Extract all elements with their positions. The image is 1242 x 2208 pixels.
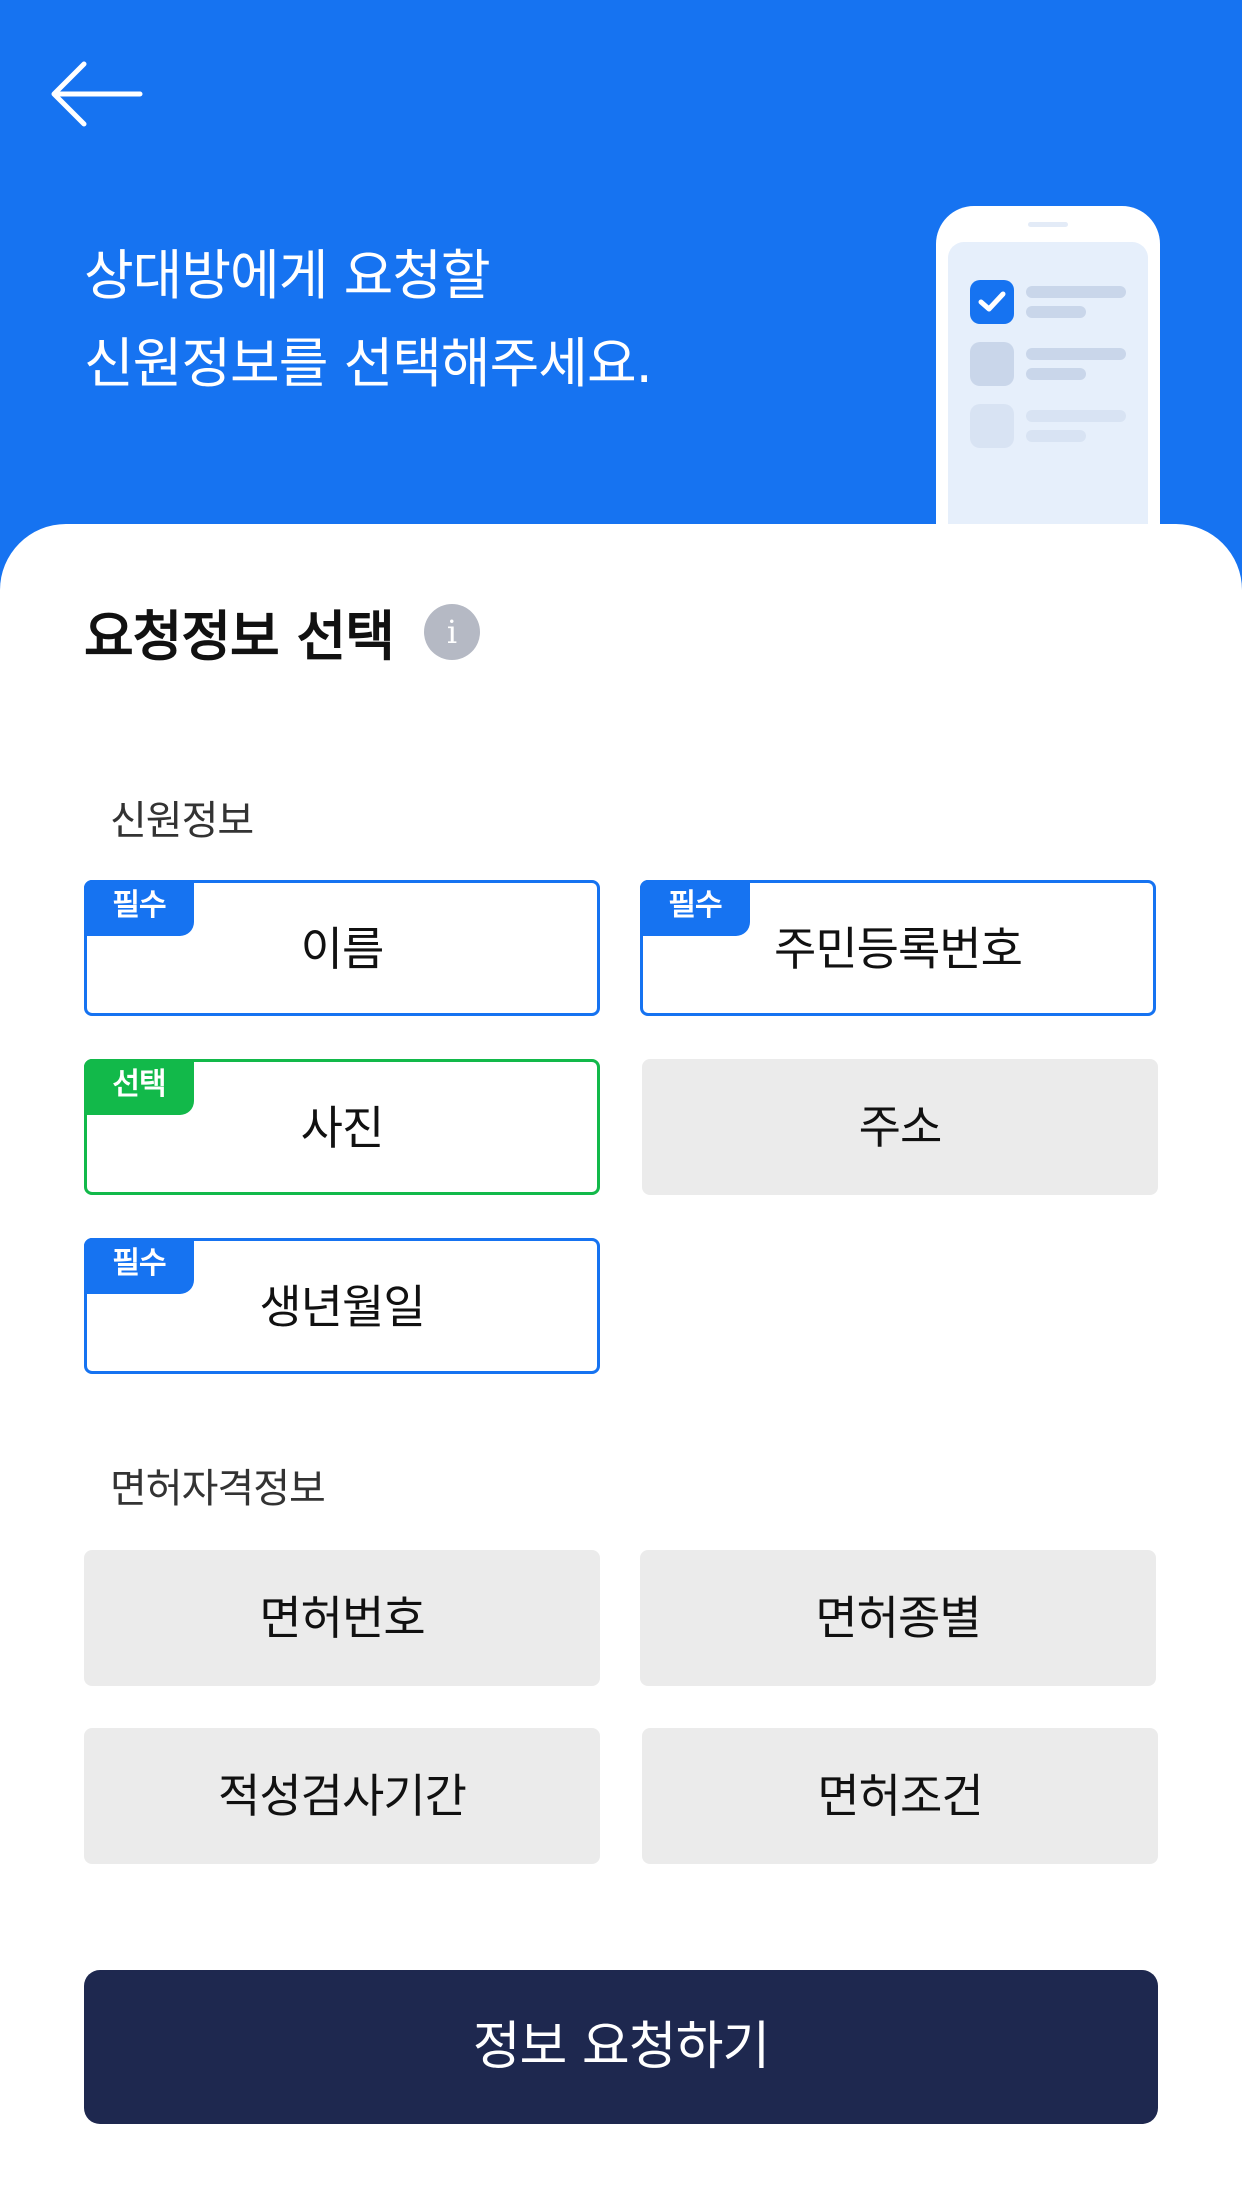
unchecked-box-icon	[970, 404, 1014, 448]
placeholder-line	[1026, 286, 1126, 298]
option-birthdate[interactable]: 필수 생년월일	[84, 1238, 600, 1374]
selected-badge: 선택	[84, 1059, 194, 1115]
info-icon[interactable]: i	[424, 604, 480, 660]
option-license-type[interactable]: 면허종별	[640, 1550, 1156, 1686]
option-label: 주민등록번호	[774, 922, 1023, 976]
phone-checklist-illustration	[936, 206, 1160, 552]
option-label: 적성검사기간	[218, 1769, 467, 1823]
required-badge: 필수	[84, 1238, 194, 1294]
section-title: 요청정보 선택	[84, 605, 395, 668]
required-badge: 필수	[84, 880, 194, 936]
arrow-left-icon	[51, 61, 143, 127]
required-badge: 필수	[640, 880, 750, 936]
option-photo[interactable]: 선택 사진	[84, 1059, 600, 1195]
license-group-label: 면허자격정보	[110, 1466, 326, 1512]
option-label: 사진	[300, 1101, 385, 1155]
option-label: 면허조건	[817, 1769, 983, 1823]
page-title-line2: 신원정보를 선택해주세요.	[84, 332, 653, 395]
placeholder-line	[1026, 430, 1086, 442]
unchecked-box-icon	[970, 342, 1014, 386]
identity-group-label: 신원정보	[110, 798, 254, 844]
page-title: 상대방에게 요청할 신원정보를 선택해주세요.	[84, 232, 653, 408]
option-license-number[interactable]: 면허번호	[84, 1550, 600, 1686]
option-license-conditions[interactable]: 면허조건	[642, 1728, 1158, 1864]
option-label: 면허종별	[815, 1591, 981, 1645]
placeholder-line	[1026, 368, 1086, 380]
option-name[interactable]: 필수 이름	[84, 880, 600, 1016]
option-label: 주소	[858, 1100, 943, 1154]
back-button[interactable]	[44, 56, 148, 132]
option-resident-number[interactable]: 필수 주민등록번호	[640, 880, 1156, 1016]
option-aptitude-test-period[interactable]: 적성검사기간	[84, 1728, 600, 1864]
placeholder-line	[1026, 348, 1126, 360]
request-info-button[interactable]: 정보 요청하기	[84, 1970, 1158, 2124]
phone-notch	[1028, 222, 1068, 227]
checked-box-icon	[970, 280, 1014, 324]
option-label: 면허번호	[259, 1591, 425, 1645]
placeholder-line	[1026, 306, 1086, 318]
header: 상대방에게 요청할 신원정보를 선택해주세요.	[0, 0, 1242, 560]
option-address[interactable]: 주소	[642, 1059, 1158, 1195]
option-label: 생년월일	[259, 1280, 425, 1334]
option-label: 이름	[300, 922, 385, 976]
phone-screen	[948, 242, 1148, 552]
placeholder-line	[1026, 410, 1126, 422]
page-title-line1: 상대방에게 요청할	[84, 244, 491, 307]
content-card: 요청정보 선택 i 신원정보 필수 이름 필수 주민등록번호 선택 사진 주소 …	[0, 524, 1242, 2208]
